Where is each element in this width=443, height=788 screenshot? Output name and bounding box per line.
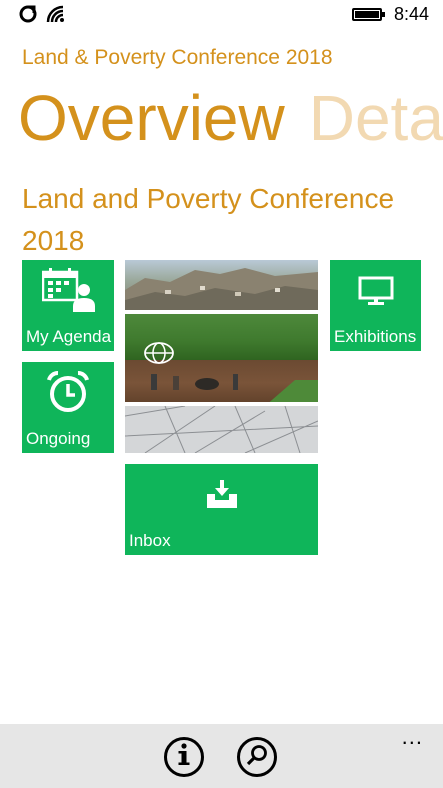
exhibitions-tile[interactable]: Exhibitions <box>330 260 421 351</box>
alarm-clock-icon <box>46 370 90 419</box>
photo-divider <box>125 402 318 406</box>
monitor-icon <box>358 276 394 311</box>
app-title: Land & Poverty Conference 2018 <box>22 46 333 69</box>
inbox-label: Inbox <box>129 531 171 550</box>
town-houses-image <box>125 268 318 312</box>
pivot-details[interactable]: Deta <box>309 78 443 158</box>
parcel-lines-image <box>125 406 318 453</box>
photo-divider <box>125 310 318 314</box>
status-bar: 8:44 <box>0 0 443 30</box>
search-icon <box>246 744 268 771</box>
more-options-button[interactable]: ... <box>402 726 423 748</box>
exhibitions-label: Exhibitions <box>334 327 417 346</box>
inbox-download-icon <box>205 480 239 515</box>
section-heading: Land and Poverty Conference 2018 <box>22 183 395 256</box>
status-right: 8:44 <box>351 4 429 25</box>
status-left-icons <box>18 5 68 28</box>
clock: 8:44 <box>393 4 429 24</box>
my-agenda-tile[interactable]: My Agenda <box>22 260 114 351</box>
battery-icon <box>351 8 385 21</box>
info-button[interactable] <box>164 737 204 777</box>
app-bar: ... <box>0 724 443 788</box>
pivot-overview[interactable]: Overview <box>18 78 285 158</box>
info-icon <box>175 742 193 772</box>
sync-icon <box>18 5 38 28</box>
calendar-person-icon <box>41 268 96 317</box>
ongoing-tile[interactable]: Ongoing <box>22 362 114 453</box>
my-agenda-label: My Agenda <box>26 327 112 346</box>
ongoing-label: Ongoing <box>26 429 91 448</box>
wifi-icon <box>46 5 68 28</box>
inbox-tile[interactable]: Inbox <box>125 464 318 555</box>
globe-icon <box>143 342 175 369</box>
search-button[interactable] <box>237 737 277 777</box>
pivot-header: Overview Deta <box>18 78 443 158</box>
conference-photo-tile[interactable] <box>125 260 318 453</box>
